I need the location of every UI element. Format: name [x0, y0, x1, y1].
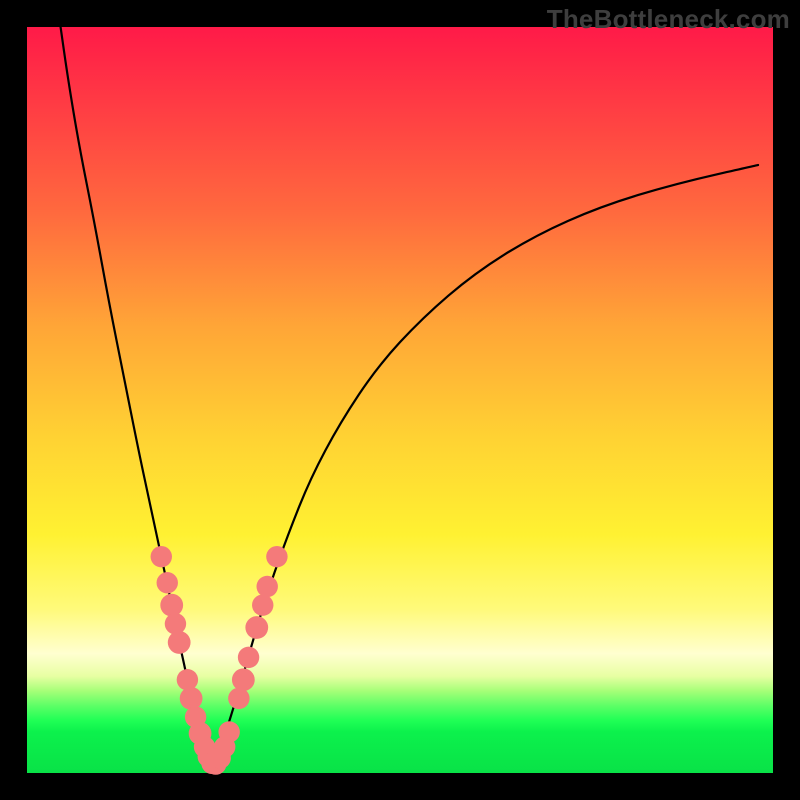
data-marker	[160, 594, 183, 617]
data-marker	[232, 668, 255, 691]
plot-area	[27, 27, 773, 773]
data-marker	[177, 669, 198, 690]
chart-svg	[27, 27, 773, 773]
data-marker	[168, 631, 191, 654]
data-marker	[218, 721, 239, 742]
curve-lines	[61, 27, 759, 766]
data-marker	[266, 546, 287, 567]
data-marker	[151, 546, 172, 567]
curve-right-branch	[214, 165, 759, 766]
watermark-text: TheBottleneck.com	[547, 4, 790, 35]
data-marker	[180, 687, 203, 710]
curve-markers	[151, 546, 288, 775]
data-marker	[252, 594, 273, 615]
data-marker	[228, 688, 249, 709]
data-marker	[257, 576, 278, 597]
data-marker	[157, 572, 178, 593]
chart-frame: TheBottleneck.com	[0, 0, 800, 800]
curve-left-branch	[61, 27, 214, 766]
data-marker	[245, 616, 268, 639]
data-marker	[165, 613, 186, 634]
data-marker	[238, 647, 259, 668]
